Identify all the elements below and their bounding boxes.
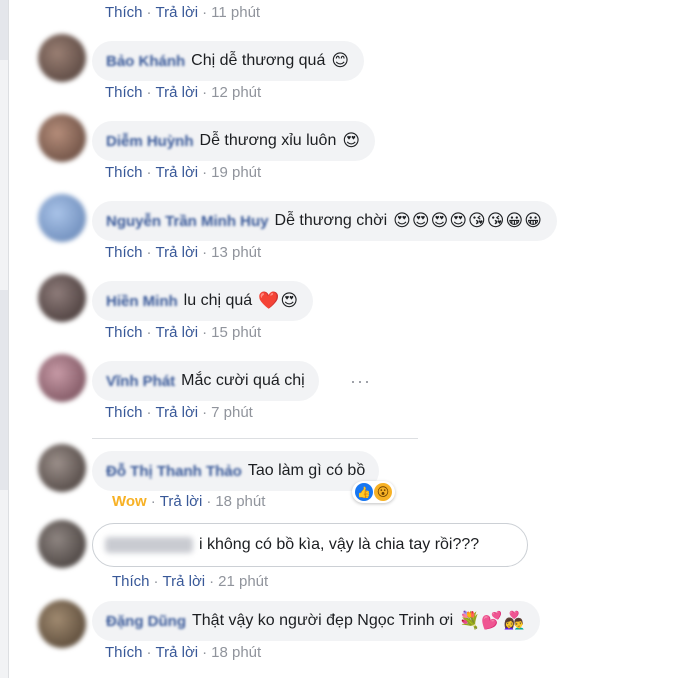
comment-text: Chị dễ thương quá: [191, 52, 326, 69]
divider: [92, 438, 418, 439]
separator: ·: [146, 404, 152, 421]
separator: ·: [209, 573, 215, 590]
reply-link[interactable]: Trả lời: [156, 164, 199, 181]
separator: ·: [146, 244, 152, 261]
avatar[interactable]: [38, 34, 86, 82]
comment-actions: Wow · Trả lời · 18 phút: [112, 493, 265, 510]
comment-actions: Thích · Trả lời · 21 phút: [112, 573, 268, 590]
separator: ·: [202, 644, 208, 661]
comment-emojis: 💐💕👩‍❤️‍👨: [459, 611, 526, 630]
comment-actions: Thích · Trả lời · 11 phút: [105, 4, 260, 21]
like-link[interactable]: Thích: [112, 573, 150, 590]
like-link[interactable]: Thích: [105, 164, 143, 181]
separator: ·: [202, 84, 208, 101]
avatar[interactable]: [38, 520, 86, 568]
separator: ·: [150, 493, 156, 510]
reply-link[interactable]: Trả lời: [156, 244, 199, 261]
commenter-name[interactable]: Đặng Dũng: [106, 613, 186, 630]
reply-comment-box[interactable]: i không có bồ kìa, vậy là chia tay rồi??…: [92, 523, 528, 567]
separator: ·: [202, 4, 208, 21]
more-options-icon[interactable]: ···: [350, 371, 371, 392]
reply-link[interactable]: Trả lời: [156, 644, 199, 661]
separator: ·: [146, 644, 152, 661]
comment-text: Dễ thương chời: [274, 212, 388, 229]
avatar[interactable]: [38, 274, 86, 322]
comment-text: i không có bồ kìa, vậy là chia tay rồi??…: [199, 536, 480, 553]
commenter-name[interactable]: Vĩnh Phát: [106, 373, 175, 390]
comment-text: Thật vậy ko người đẹp Ngọc Trinh ơi: [192, 612, 454, 629]
comment-emojis: 😍😍😍😍😘😘😀😀: [393, 211, 543, 230]
comment-time[interactable]: 18 phút: [211, 644, 261, 661]
separator: ·: [202, 404, 208, 421]
like-link[interactable]: Thích: [105, 324, 143, 341]
separator: ·: [146, 4, 152, 21]
comment-time[interactable]: 11 phút: [211, 4, 260, 21]
like-reaction-icon: 👍: [355, 483, 373, 501]
separator: ·: [202, 324, 208, 341]
reply-link[interactable]: Trả lời: [160, 493, 203, 510]
separator: ·: [202, 244, 208, 261]
avatar[interactable]: [38, 194, 86, 242]
comment-time[interactable]: 19 phút: [211, 164, 261, 181]
wow-reaction-icon: 😮: [374, 483, 392, 501]
commenter-name[interactable]: Diễm Huỳnh: [106, 133, 194, 150]
like-link[interactable]: Thích: [105, 4, 143, 21]
comment-bubble: Nguyễn Trần Minh Huy Dễ thương chời 😍😍😍😍…: [92, 201, 557, 241]
comment-actions: Thích · Trả lời · 13 phút: [105, 244, 261, 261]
comment-actions: Thích · Trả lời · 7 phút: [105, 404, 253, 421]
comment-text: Dễ thương xỉu luôn: [199, 132, 337, 149]
like-link[interactable]: Thích: [105, 84, 143, 101]
comment-actions: Thích · Trả lời · 18 phút: [105, 644, 261, 661]
blurred-name: [105, 537, 193, 553]
avatar[interactable]: [38, 600, 86, 648]
comment-bubble: Hiền Minh lu chị quá ❤️😍: [92, 281, 314, 321]
separator: ·: [146, 324, 152, 341]
comment-time[interactable]: 15 phút: [211, 324, 261, 341]
avatar[interactable]: [38, 444, 86, 492]
like-link[interactable]: Thích: [105, 404, 143, 421]
comment-text: lu chị quá: [183, 292, 253, 309]
comment-text: Tao làm gì có bồ: [247, 462, 366, 479]
like-link[interactable]: Thích: [105, 644, 143, 661]
comment-bubble: Bảo Khánh Chị dễ thương quá 😊: [92, 41, 365, 81]
comment-bubble: Đặng Dũng Thật vậy ko người đẹp Ngọc Tri…: [92, 601, 540, 641]
separator: ·: [153, 573, 159, 590]
commenter-name[interactable]: Bảo Khánh: [106, 53, 185, 70]
comment-emojis: 😍: [342, 131, 362, 150]
comment-actions: Thích · Trả lời · 15 phút: [105, 324, 261, 341]
reply-link[interactable]: Trả lời: [156, 404, 199, 421]
reply-link[interactable]: Trả lời: [156, 84, 199, 101]
comment-time[interactable]: 13 phút: [211, 244, 261, 261]
avatar[interactable]: [38, 114, 86, 162]
comment-actions: Thích · Trả lời · 19 phút: [105, 164, 261, 181]
separator: ·: [146, 84, 152, 101]
commenter-name[interactable]: Đỗ Thị Thanh Thảo: [106, 463, 242, 480]
comment-time[interactable]: 21 phút: [218, 573, 268, 590]
left-scroll-rail: [0, 0, 9, 678]
separator: ·: [202, 164, 208, 181]
rail-segment: [0, 0, 8, 60]
avatar[interactable]: [38, 354, 86, 402]
separator: ·: [146, 164, 152, 181]
comment-time[interactable]: 7 phút: [211, 404, 253, 421]
comment-bubble: Đỗ Thị Thanh Thảo Tao làm gì có bồ: [92, 451, 380, 491]
like-link[interactable]: Thích: [105, 244, 143, 261]
reply-link[interactable]: Trả lời: [163, 573, 206, 590]
comment-emojis: ❤️😍: [258, 291, 300, 310]
reply-link[interactable]: Trả lời: [156, 324, 199, 341]
commenter-name[interactable]: Nguyễn Trần Minh Huy: [106, 213, 269, 230]
reaction-summary[interactable]: 👍 😮: [352, 481, 395, 503]
reply-link[interactable]: Trả lời: [156, 4, 199, 21]
comment-emojis: 😊: [331, 51, 351, 70]
separator: ·: [206, 493, 212, 510]
comment-bubble: Diễm Huỳnh Dễ thương xỉu luôn 😍: [92, 121, 376, 161]
comment-bubble: Vĩnh Phát Mắc cười quá chị: [92, 361, 319, 401]
comment-time[interactable]: 18 phút: [215, 493, 265, 510]
comment-text: Mắc cười quá chị: [181, 372, 305, 389]
wow-reaction-link[interactable]: Wow: [112, 493, 147, 510]
commenter-name[interactable]: Hiền Minh: [106, 293, 178, 310]
rail-segment: [0, 290, 8, 490]
comment-actions: Thích · Trả lời · 12 phút: [105, 84, 261, 101]
comment-time[interactable]: 12 phút: [211, 84, 261, 101]
